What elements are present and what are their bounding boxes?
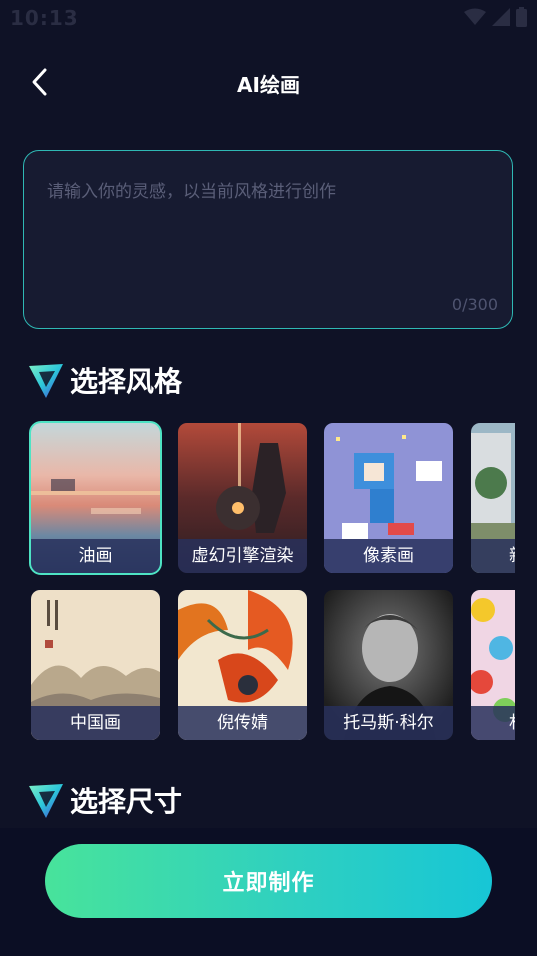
- style-section-title: 选择风格: [26, 360, 182, 400]
- style-card-partial-4[interactable]: 新: [471, 423, 515, 573]
- prompt-box: 0/300: [23, 150, 513, 329]
- style-section-label: 选择风格: [70, 365, 183, 398]
- signal-icon: [492, 8, 510, 26]
- make-now-button[interactable]: 立即制作: [45, 844, 492, 918]
- style-label: 像素画: [324, 539, 453, 573]
- status-time: 10:13: [10, 6, 79, 30]
- bottom-bar: 立即制作: [0, 828, 537, 956]
- style-card-pixel-art[interactable]: 像素画: [324, 423, 453, 573]
- status-icons: [464, 7, 527, 27]
- style-label: 新: [471, 539, 515, 573]
- wifi-icon: [464, 8, 486, 25]
- battery-icon: [516, 7, 527, 27]
- style-card-partial-8[interactable]: 村: [471, 590, 515, 740]
- size-section-label: 选择尺寸: [70, 785, 183, 818]
- nav-bar: AI绘画: [0, 56, 537, 108]
- section-logo-icon: [29, 784, 63, 818]
- size-section-title: 选择尺寸: [26, 780, 182, 820]
- style-card-oil-painting[interactable]: 油画: [29, 421, 162, 575]
- page-title: AI绘画: [237, 73, 300, 97]
- style-label: 村: [471, 706, 515, 740]
- style-grid: 油画 虚幻引擎渲染 像素画 中国画 倪传婧 托马斯·科尔: [0, 420, 515, 745]
- style-label: 虚幻引擎渲染: [178, 539, 307, 573]
- style-label: 中国画: [31, 706, 160, 740]
- prompt-input[interactable]: [47, 177, 487, 287]
- style-card-ni-chuanjing[interactable]: 倪传婧: [178, 590, 307, 740]
- style-card-chinese-painting[interactable]: 中国画: [31, 590, 160, 740]
- style-card-unreal-render[interactable]: 虚幻引擎渲染: [178, 423, 307, 573]
- char-count: 0/300: [451, 295, 498, 314]
- style-card-thomas-cole[interactable]: 托马斯·科尔: [324, 590, 453, 740]
- section-logo-icon: [29, 364, 63, 398]
- style-label: 倪传婧: [178, 706, 307, 740]
- status-bar: 10:13: [0, 0, 537, 36]
- style-label: 油画: [31, 539, 160, 573]
- style-label: 托马斯·科尔: [324, 706, 453, 740]
